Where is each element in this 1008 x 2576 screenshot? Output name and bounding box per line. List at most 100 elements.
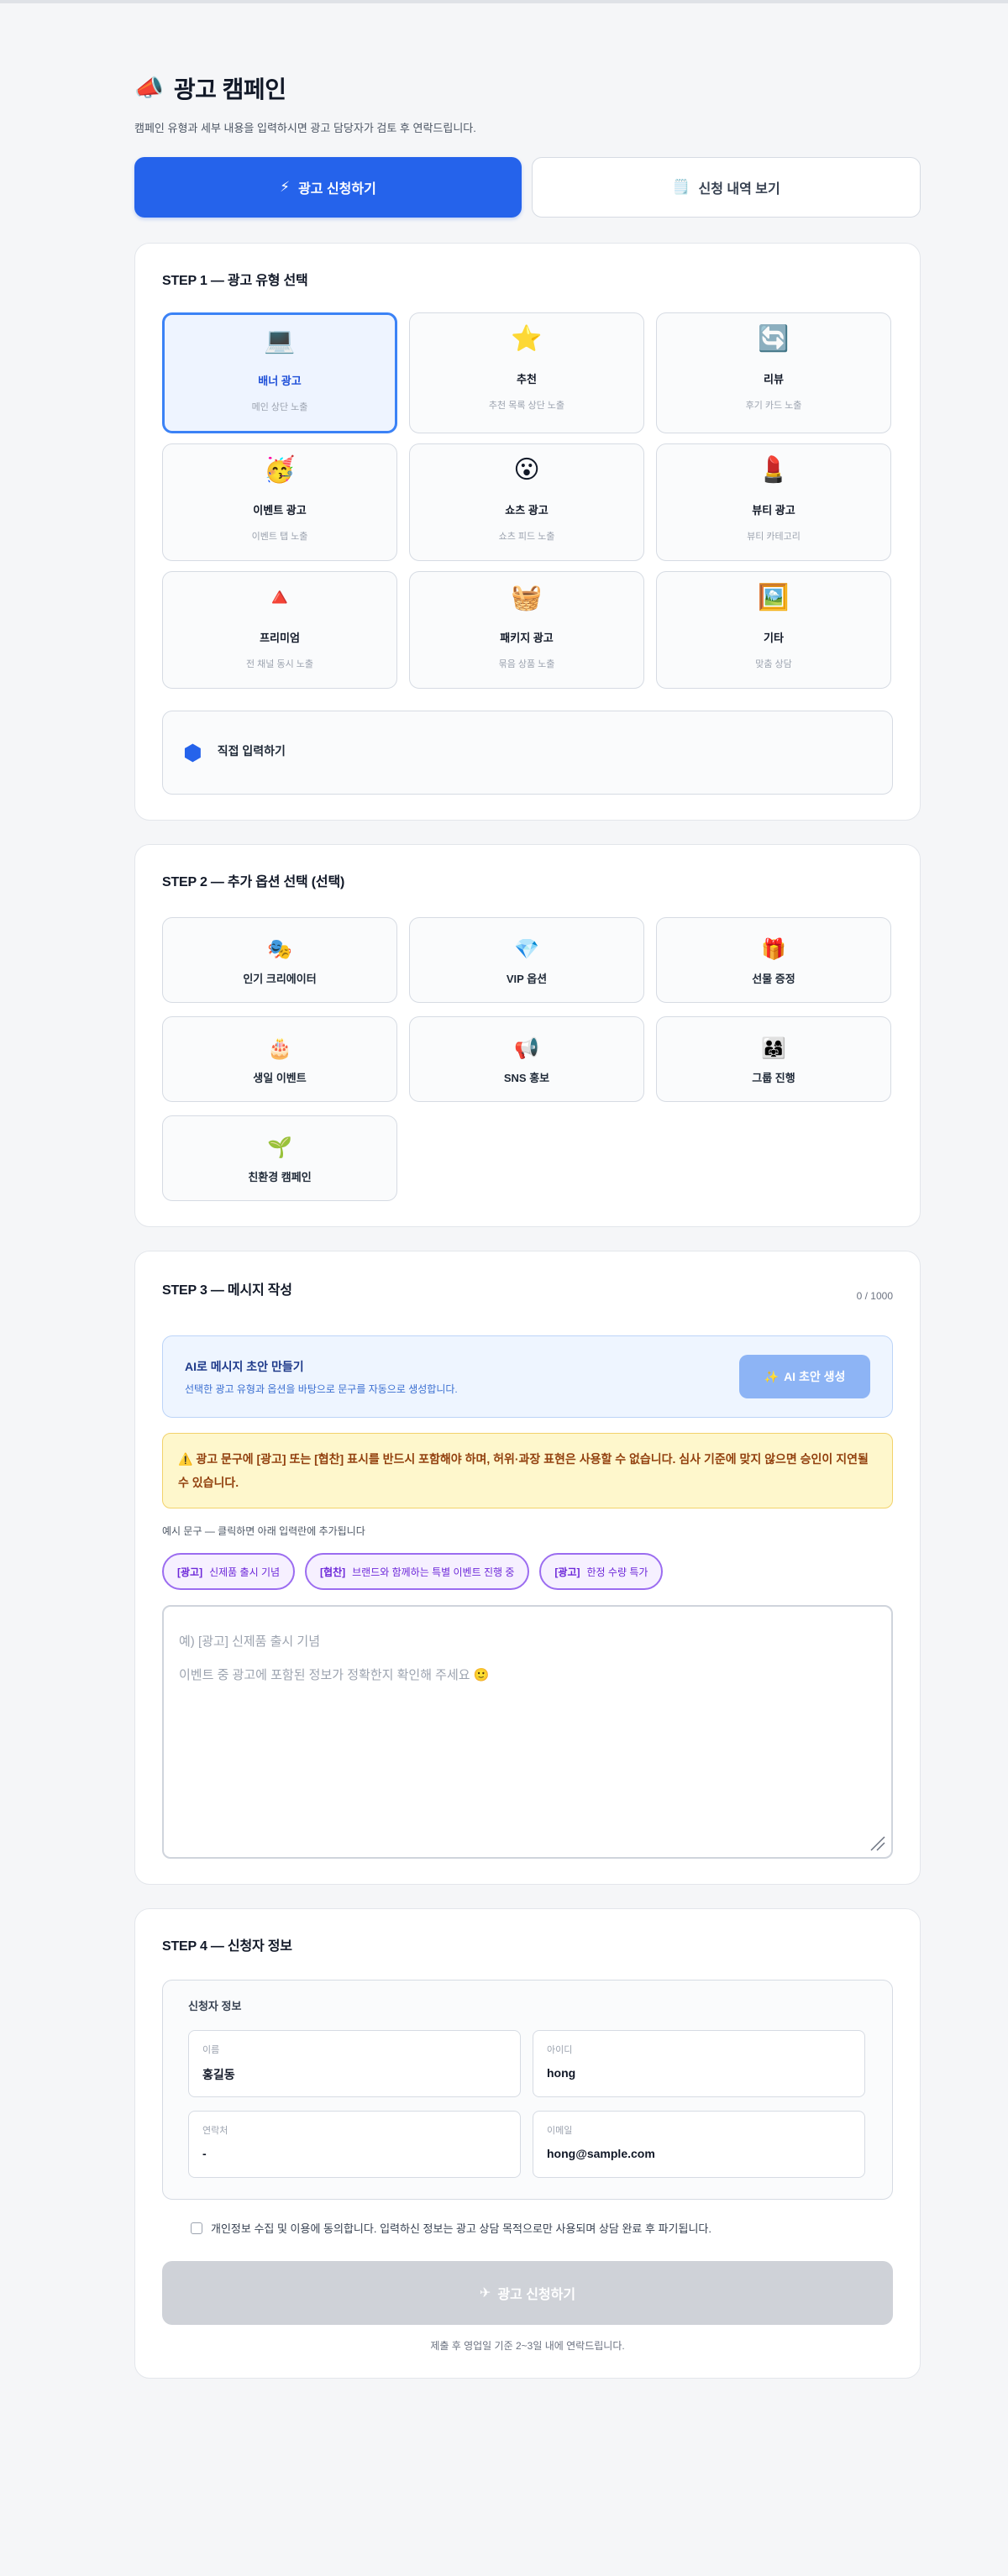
ad-type-name: 이벤트 광고 [253, 504, 307, 517]
notepad-icon: 🗒️ [672, 179, 690, 195]
step3-title: STEP 3 — 메시지 작성 [162, 1283, 292, 1298]
option-name: 인기 크리에이터 [243, 973, 317, 985]
option-name: 그룹 진행 [752, 1072, 795, 1084]
option-item[interactable]: 🎂 생일 이벤트 [162, 1016, 397, 1102]
ad-type-desc: 쇼츠 피드 노출 [498, 532, 555, 542]
laptop-icon: 💻 [264, 327, 296, 354]
send-icon: ✈ [479, 2286, 491, 2301]
field-label: 이름 [202, 2045, 220, 2055]
ad-type-option[interactable]: 😮 쇼츠 광고 쇼츠 피드 노출 [409, 443, 644, 561]
ad-type-name: 뷰티 광고 [752, 504, 795, 517]
sparkle-icon: ✨ [764, 1369, 780, 1383]
char-counter: 0 / 1000 [856, 1290, 893, 1302]
tab-apply[interactable]: ⚡ 광고 신청하기 [134, 157, 522, 218]
example-chip[interactable]: [광고] 신제품 출시 기념 [162, 1553, 296, 1590]
example-chip[interactable]: [광고] 한정 수량 특가 [539, 1553, 664, 1590]
lightning-icon: ⚡ [280, 179, 291, 195]
page-title: 광고 캠페인 [173, 76, 286, 102]
top-border [0, 0, 1008, 3]
chip-text: 한정 수량 특가 [586, 1566, 648, 1578]
step3-card: STEP 3 — 메시지 작성 0 / 1000 AI로 메시지 초안 만들기 … [134, 1251, 921, 1885]
chip-tag: [광고] [177, 1566, 203, 1578]
custom-ad-type-button[interactable]: ⬢ 직접 입력하기 [162, 711, 893, 795]
example-chip[interactable]: [협찬] 브랜드와 함께하는 특별 이벤트 진행 중 [305, 1553, 530, 1590]
triangle-icon: 🔺 [264, 584, 296, 611]
example-label: 예시 문구 — 클릭하면 아래 입력란에 추가됩니다 [162, 1525, 365, 1537]
ad-type-desc: 메인 상단 노출 [251, 402, 308, 412]
field-label: 이메일 [547, 2126, 573, 2136]
step1-card: STEP 1 — 광고 유형 선택 💻 배너 광고 메인 상단 노출 ⭐ 추천 … [134, 243, 921, 821]
ai-generate-label: AI 초안 생성 [784, 1370, 846, 1383]
page-header: 📣 광고 캠페인 [134, 67, 921, 109]
ad-type-desc: 추천 목록 상단 노출 [488, 401, 565, 411]
custom-ad-type-label: 직접 입력하기 [217, 744, 286, 758]
ad-type-name: 패키지 광고 [500, 632, 554, 644]
option-item[interactable]: 📢 SNS 홍보 [409, 1016, 644, 1102]
applicant-info-box: 신청자 정보 이름 홍길동 아이디 hong 연락처 - 이메일 hong@sa… [162, 1980, 893, 2200]
step4-card: STEP 4 — 신청자 정보 신청자 정보 이름 홍길동 아이디 hong 연… [134, 1908, 921, 2379]
consent-row[interactable]: 개인정보 수집 및 이용에 동의합니다. 입력하신 정보는 광고 상담 목적으로… [162, 2220, 893, 2236]
tab-history[interactable]: 🗒️ 신청 내역 보기 [532, 157, 921, 218]
ad-type-option[interactable]: 🖼️ 기타 맞춤 상담 [656, 571, 891, 689]
option-item[interactable]: 🌱 친환경 캠페인 [162, 1115, 397, 1201]
example-chips: [광고] 신제품 출시 기념 [협찬] 브랜드와 함께하는 특별 이벤트 진행 … [162, 1553, 893, 1590]
field-label: 아이디 [547, 2045, 573, 2055]
ad-type-option[interactable]: 🔄 리뷰 후기 카드 노출 [656, 312, 891, 433]
megaphone-icon: 📣 [134, 75, 164, 101]
field-label: 연락처 [202, 2126, 228, 2136]
ad-type-name: 기타 [764, 632, 784, 644]
option-grid: 🎭 인기 크리에이터 💎 VIP 옵션 🎁 선물 증정 🎂 생일 이벤트 📢 S… [162, 917, 893, 1201]
ad-type-option[interactable]: 🧺 패키지 광고 묶음 상품 노출 [409, 571, 644, 689]
gift-icon: 🎁 [761, 938, 786, 961]
hexagon-icon: ⬢ [183, 739, 202, 765]
option-item[interactable]: 💎 VIP 옵션 [409, 917, 644, 1003]
ad-type-desc: 맞춤 상담 [755, 659, 792, 669]
ad-type-option[interactable]: ⭐ 추천 추천 목록 상단 노출 [409, 312, 644, 433]
phone-field: 연락처 - [188, 2111, 521, 2178]
submit-note: 제출 후 영업일 기준 2~3일 내에 연락드립니다. [430, 2340, 625, 2352]
message-textarea[interactable]: 예) [광고] 신제품 출시 기념 이벤트 중 광고에 포함된 정보가 정확한지… [162, 1605, 893, 1859]
ad-type-desc: 전 채널 동시 노출 [245, 659, 313, 669]
ad-type-option[interactable]: 🥳 이벤트 광고 이벤트 탭 노출 [162, 443, 397, 561]
ad-type-name: 추천 [517, 373, 537, 386]
option-name: 생일 이벤트 [253, 1072, 307, 1084]
field-value: hong@sample.com [547, 2147, 655, 2160]
resize-grip-icon[interactable] [866, 1832, 886, 1852]
submit-button[interactable]: ✈ 광고 신청하기 [162, 2261, 893, 2325]
chip-tag: [협찬] [320, 1566, 346, 1578]
step2-card: STEP 2 — 추가 옵션 선택 (선택) 🎭 인기 크리에이터 💎 VIP … [134, 844, 921, 1227]
option-name: SNS 홍보 [503, 1072, 550, 1084]
option-name: VIP 옵션 [506, 973, 548, 985]
option-item[interactable]: 👨‍👩‍👧 그룹 진행 [656, 1016, 891, 1102]
mode-tabs: ⚡ 광고 신청하기 🗒️ 신청 내역 보기 [134, 157, 921, 218]
ai-draft-title: AI로 메시지 초안 만들기 [185, 1359, 304, 1373]
ad-type-grid: 💻 배너 광고 메인 상단 노출 ⭐ 추천 추천 목록 상단 노출 🔄 리뷰 후… [162, 312, 893, 689]
ad-type-desc: 뷰티 카테고리 [747, 532, 801, 542]
ad-type-name: 쇼츠 광고 [505, 504, 549, 517]
ai-draft-text: AI로 메시지 초안 만들기 선택한 광고 유형과 옵션을 바탕으로 문구를 자… [185, 1358, 458, 1396]
tab-history-label: 신청 내역 보기 [698, 182, 780, 197]
ad-type-option[interactable]: 💄 뷰티 광고 뷰티 카테고리 [656, 443, 891, 561]
ad-type-name: 배너 광고 [258, 375, 302, 387]
cake-icon: 🎂 [267, 1037, 292, 1060]
group-icon: 👨‍👩‍👧 [761, 1037, 786, 1060]
party-face-icon: 🥳 [264, 456, 296, 484]
ai-draft-box: AI로 메시지 초안 만들기 선택한 광고 유형과 옵션을 바탕으로 문구를 자… [162, 1335, 893, 1418]
option-item[interactable]: 🎁 선물 증정 [656, 917, 891, 1003]
ad-type-option[interactable]: 🔺 프리미엄 전 채널 동시 노출 [162, 571, 397, 689]
field-value: 홍길동 [202, 2068, 235, 2081]
option-name: 선물 증정 [752, 973, 795, 985]
ad-type-name: 리뷰 [764, 373, 784, 386]
surprised-face-icon: 😮 [513, 456, 540, 484]
consent-checkbox[interactable] [191, 2222, 202, 2234]
star-icon: ⭐ [511, 325, 543, 353]
option-name: 친환경 캠페인 [248, 1171, 312, 1183]
seedling-icon: 🌱 [267, 1136, 292, 1159]
field-value: - [202, 2147, 207, 2160]
submit-label: 광고 신청하기 [497, 2288, 576, 2302]
option-item[interactable]: 🎭 인기 크리에이터 [162, 917, 397, 1003]
ad-disclosure-warning: ⚠️ 광고 문구에 [광고] 또는 [협찬] 표시를 반드시 포함해야 하며, … [162, 1433, 893, 1508]
frame-icon: 🖼️ [758, 584, 790, 611]
ad-type-option[interactable]: 💻 배너 광고 메인 상단 노출 [162, 312, 397, 433]
ai-generate-button[interactable]: ✨ AI 초안 생성 [739, 1355, 870, 1398]
